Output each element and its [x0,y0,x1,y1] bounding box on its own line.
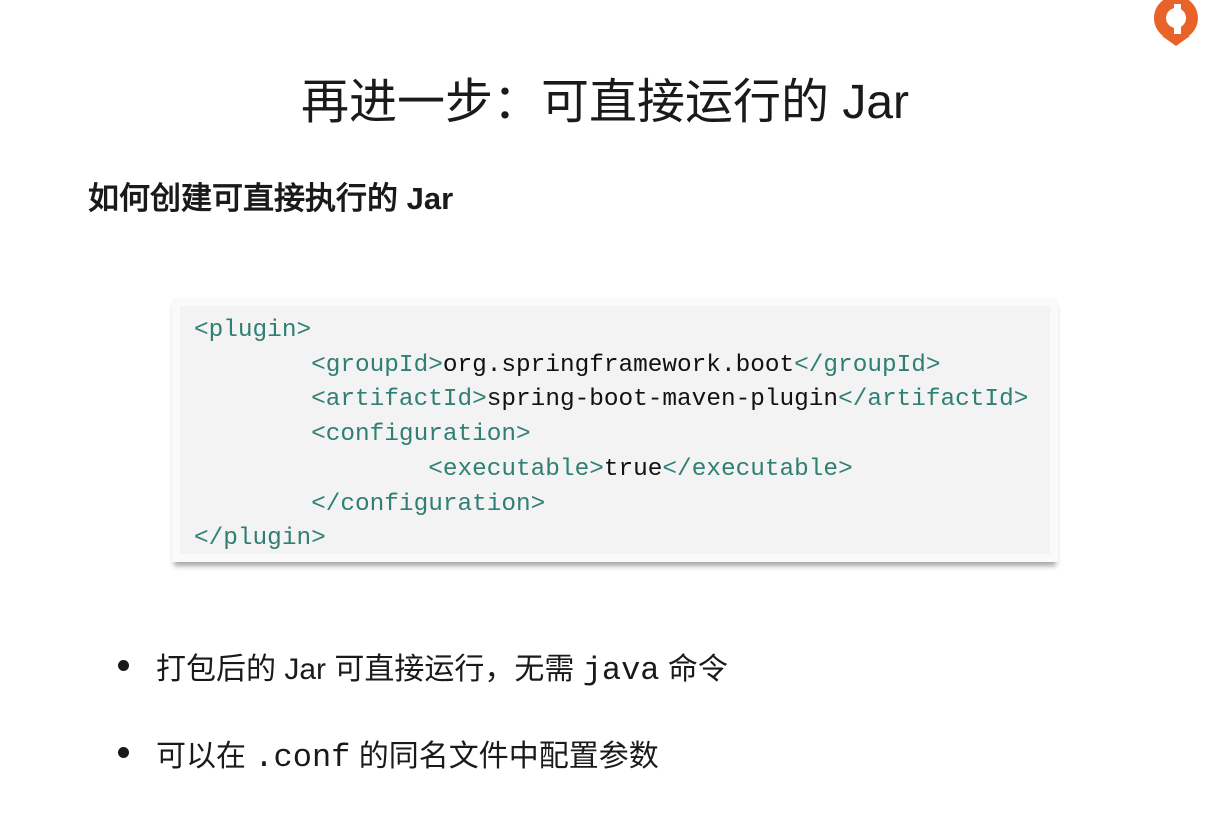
code-tag: <configuration> [311,421,531,449]
code-tag: <executable> [428,455,604,483]
code-value: true [603,455,663,483]
code-value: spring-boot-maven-plugin [486,386,839,414]
slide-title: 再进一步：可直接运行的 Jar [300,76,910,129]
bullet-dot-icon [118,747,129,758]
bullet-text: 的同名文件中配置参数 [350,740,659,773]
bullet-text: 命令 [659,653,728,686]
bullet-dot-icon [118,660,129,671]
code-tag: <groupId> [311,351,443,379]
bullet-code: .conf [254,739,351,776]
code-tag: <artifactId> [311,386,487,414]
brand-logo-icon [1148,0,1204,48]
code-tag: </groupId> [794,351,941,379]
bullet-text: 可以在 [156,740,255,773]
code-tag: </plugin> [194,525,326,553]
bullet-text: 打包后的 Jar 可直接运行，无需 [156,653,583,686]
slide-subtitle: 如何创建可直接执行的 Jar [88,181,454,216]
code-block: <plugin> <groupId>org.springframework.bo… [172,298,1058,562]
code-text: <plugin> <groupId>org.springframework.bo… [194,314,1028,557]
bullet-code: java [582,652,660,689]
code-tag: <plugin> [194,317,312,344]
code-tag: </artifactId> [838,386,1029,414]
code-tag: </configuration> [311,490,546,518]
code-value: org.springframework.boot [442,351,795,379]
code-tag: </executable> [662,455,853,483]
